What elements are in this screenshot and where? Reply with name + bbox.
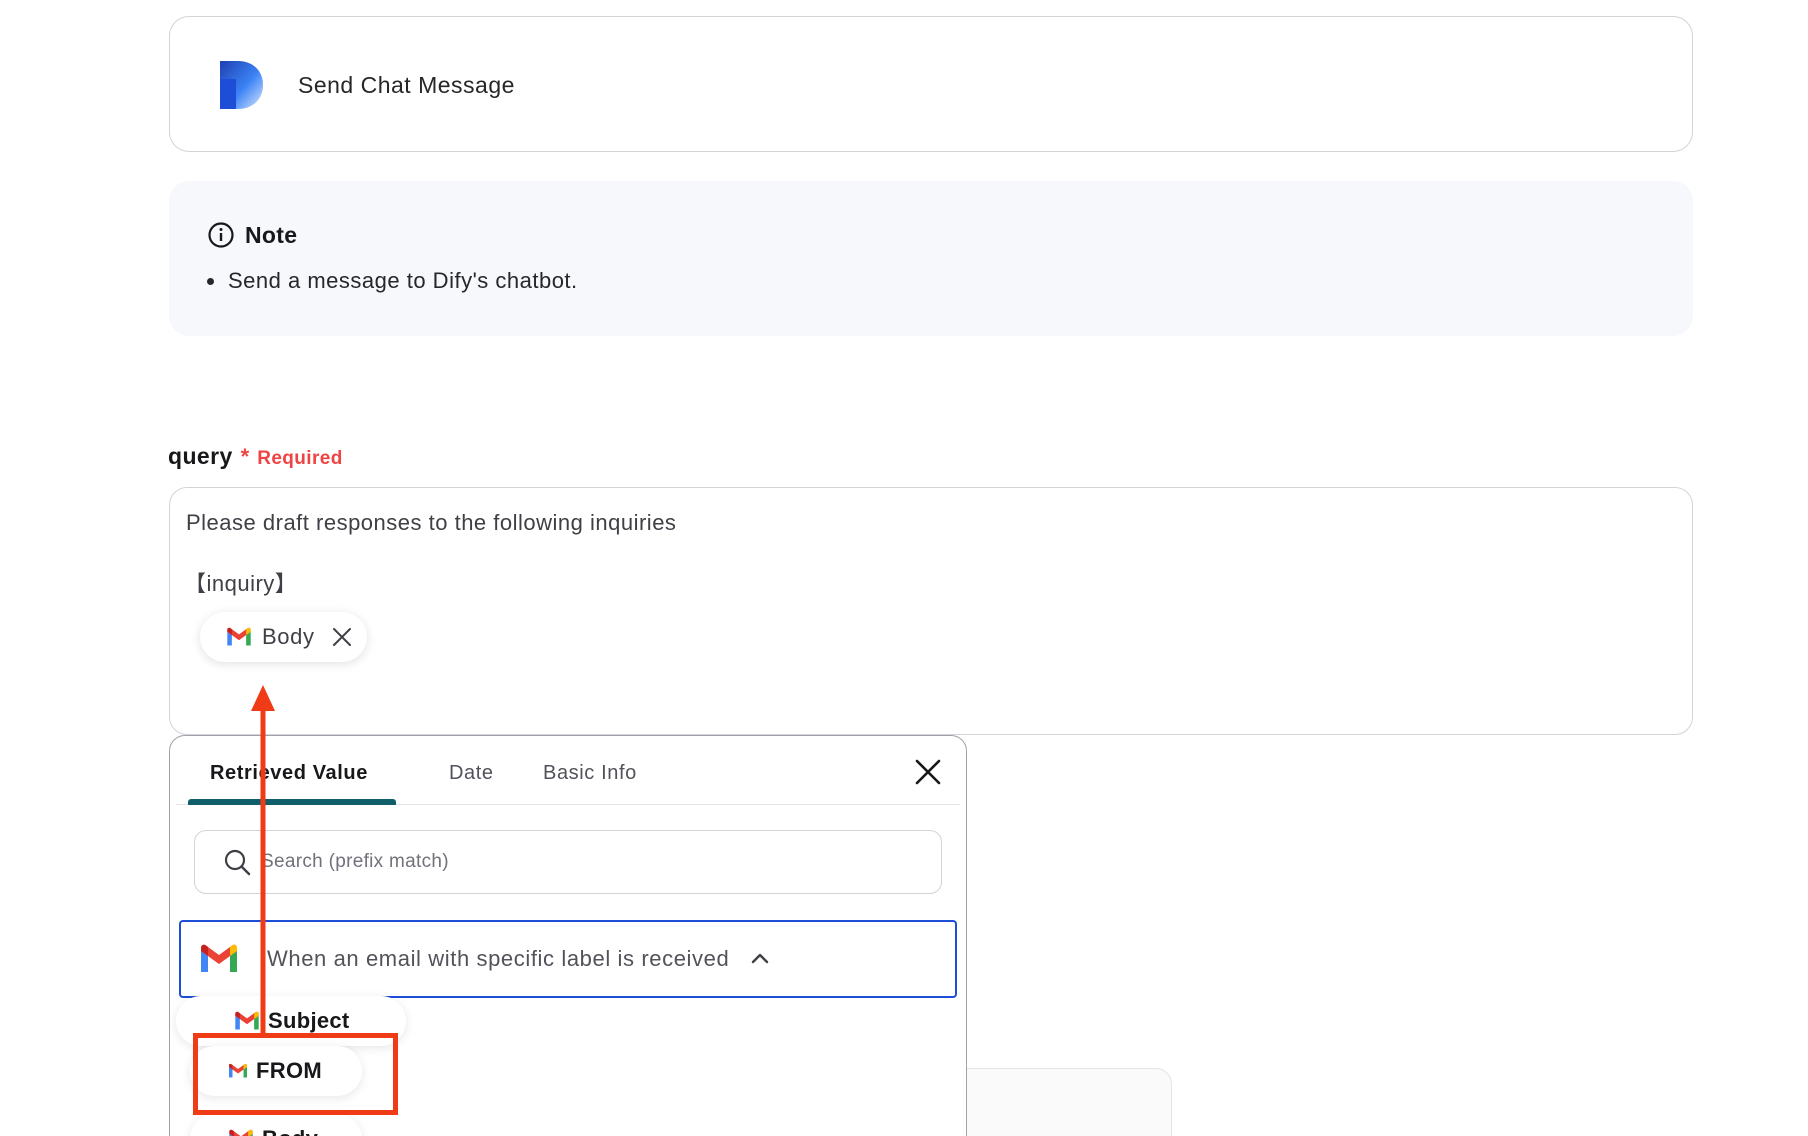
search-box[interactable] <box>194 830 942 894</box>
chip-label: Body <box>262 624 315 649</box>
required-star-icon: * <box>240 444 250 469</box>
close-icon[interactable] <box>914 758 942 786</box>
page: Send Chat Message Note Send a message to… <box>0 0 1808 1136</box>
search-input[interactable] <box>259 850 903 874</box>
gmail-icon <box>227 627 251 646</box>
note-header: Note <box>207 221 297 249</box>
tab-retrieved-value[interactable]: Retrieved Value <box>210 762 368 785</box>
menu-item-body[interactable]: Body <box>190 1114 362 1136</box>
note-item-text: Send a message to Dify's chatbot. <box>228 268 578 293</box>
gmail-icon <box>235 1011 259 1030</box>
highlight-box <box>193 1033 398 1115</box>
background-card <box>940 1068 1172 1136</box>
bullet-icon <box>207 277 214 285</box>
gmail-icon <box>229 1129 253 1136</box>
tab-date[interactable]: Date <box>449 762 494 785</box>
trigger-group-header[interactable]: When an email with specific label is rec… <box>179 920 957 998</box>
trigger-label: When an email with specific label is rec… <box>267 946 730 971</box>
menu-item-label: Subject <box>268 1008 350 1033</box>
remove-chip-icon[interactable] <box>331 626 353 648</box>
action-card[interactable]: Send Chat Message <box>169 16 1693 152</box>
gmail-icon <box>201 944 237 972</box>
search-icon <box>224 849 251 876</box>
body-variable-chip[interactable]: Body <box>200 612 367 662</box>
field-name: query <box>168 443 233 469</box>
chevron-up-icon[interactable] <box>749 948 771 970</box>
query-line-1: Please draft responses to the following … <box>186 510 677 535</box>
note-box: Note Send a message to Dify's chatbot. <box>169 181 1693 336</box>
menu-item-label: Body <box>262 1126 318 1136</box>
note-title: Note <box>245 221 298 248</box>
query-line-2: 【inquiry】 <box>184 571 298 596</box>
note-item: Send a message to Dify's chatbot. <box>207 268 578 294</box>
dify-logo-icon <box>220 61 263 109</box>
field-label: query * Required <box>168 443 343 470</box>
active-tab-indicator <box>188 799 396 805</box>
tab-bar: Retrieved Value Date Basic Info <box>176 736 960 805</box>
tab-basic-info[interactable]: Basic Info <box>543 762 637 785</box>
info-icon <box>208 222 234 248</box>
action-title: Send Chat Message <box>298 72 515 98</box>
query-field[interactable]: Please draft responses to the following … <box>169 487 1693 735</box>
required-text: Required <box>257 448 343 469</box>
